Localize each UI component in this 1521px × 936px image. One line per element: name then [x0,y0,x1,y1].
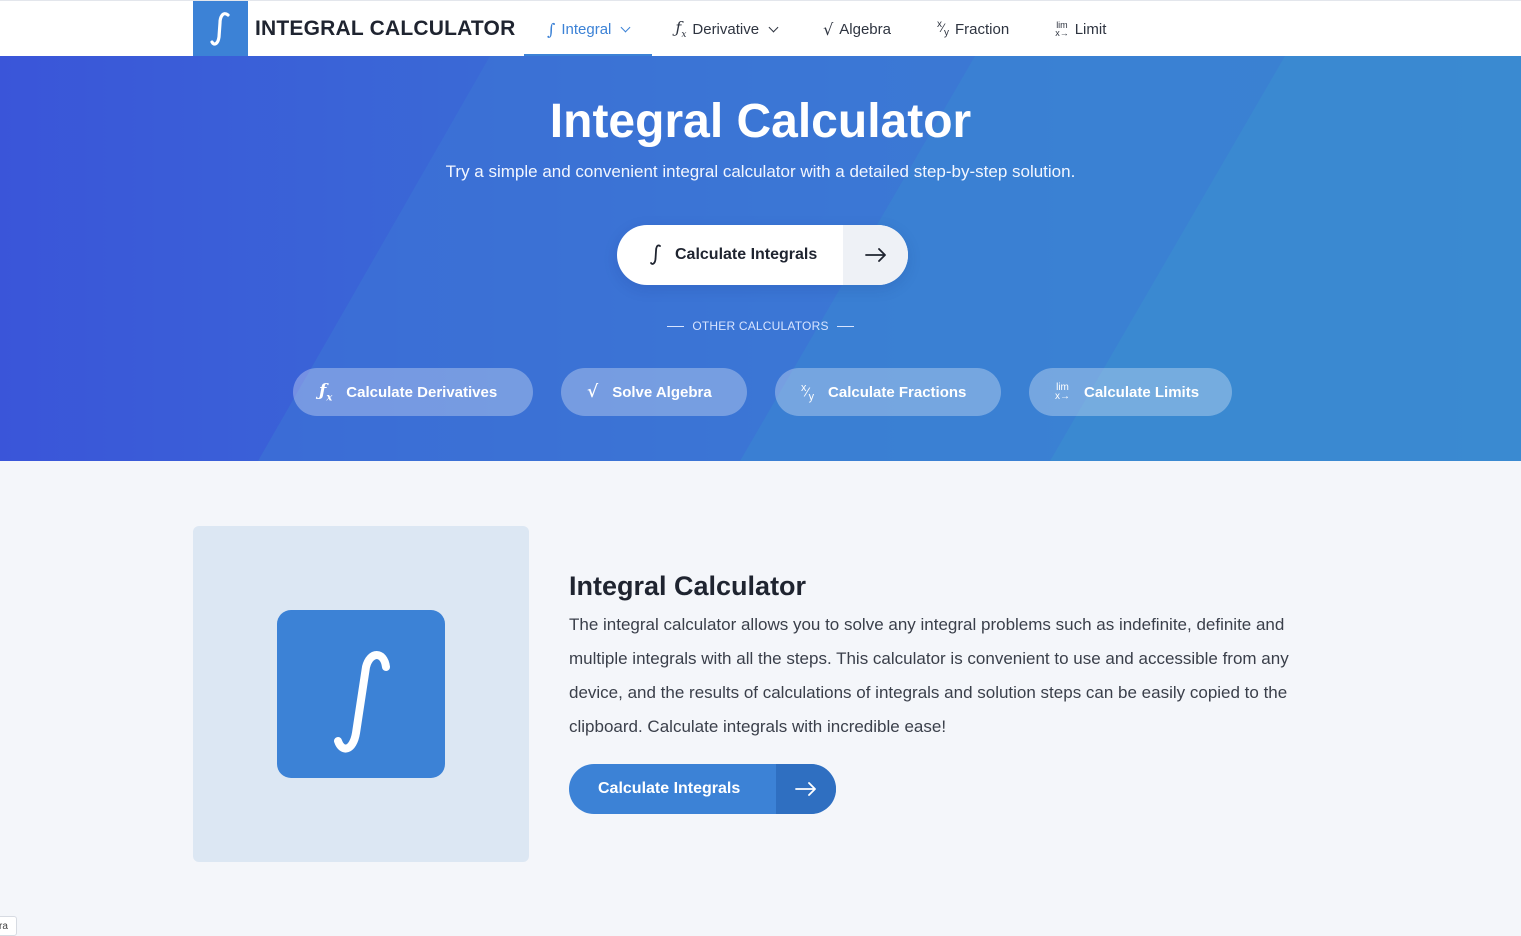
section-title: Integral Calculator [569,571,807,601]
button-label: Calculate Integrals [598,780,741,797]
button-label: Solve Algebra [612,383,712,401]
nav-item-label: Fraction [955,20,1010,38]
calculate-derivatives-button[interactable]: ƒx Calculate Derivatives [293,368,533,416]
nav-item-label: Integral [561,20,612,38]
fraction-icon: x⁄y [936,19,949,39]
nav-item-label: Derivative [692,20,760,38]
integral-icon: ∫ [547,19,556,39]
sqrt-icon: √ [587,382,599,402]
limit-icon: lim x→ [1055,382,1070,402]
main-nav: ∫ Integral ƒx Derivative √ Algebra x⁄y F… [524,1,1129,57]
button-label: Calculate Derivatives [346,383,498,401]
button-label: Calculate Integrals [675,246,818,263]
other-calculators-label: OTHER CALCULATORS [0,319,1521,333]
calculate-limits-button[interactable]: lim x→ Calculate Limits [1029,368,1232,416]
nav-item-label: Limit [1074,20,1107,38]
section-description: The integral calculator allows you to so… [569,615,1289,736]
fraction-icon: x⁄y [801,381,815,403]
top-navbar: INTEGRAL CALCULATOR ∫ Integral ƒx Deriva… [0,0,1521,57]
calculate-fractions-button[interactable]: x⁄y Calculate Fractions [775,368,1001,416]
nav-item-limit[interactable]: lim x→ Limit [1032,1,1129,57]
nav-item-derivative[interactable]: ƒx Derivative [652,1,800,57]
arrow-right-icon [843,225,908,285]
nav-item-integral[interactable]: ∫ Integral [524,1,653,57]
function-icon: ƒx [675,17,687,41]
function-icon: ƒx [319,380,333,404]
limit-icon: lim x→ [1055,20,1069,38]
hero-title: Integral Calculator [549,95,972,148]
solve-algebra-button[interactable]: √ Solve Algebra [561,368,747,416]
integral-illustration [193,526,529,862]
hero-banner: Integral Calculator Try a simple and con… [0,56,1521,461]
button-label: Calculate Fractions [828,383,967,401]
logo-text[interactable]: INTEGRAL CALCULATOR [255,17,515,41]
nav-item-label: Algebra [839,20,891,38]
arrow-right-icon [776,764,836,814]
chevron-down-icon [768,22,779,32]
integral-icon [277,610,445,778]
sqrt-icon: √ [823,19,834,39]
corner-tab[interactable]: ra [0,916,17,936]
integral-icon [650,244,661,265]
logo-icon[interactable] [193,1,248,57]
calculate-integrals-button[interactable]: Calculate Integrals [617,225,908,285]
hero-subtitle: Try a simple and convenient integral cal… [445,162,1076,181]
button-label: Calculate Limits [1084,383,1200,401]
calculate-integrals-button-secondary[interactable]: Calculate Integrals [569,764,836,814]
nav-item-algebra[interactable]: √ Algebra [800,1,914,57]
nav-item-fraction[interactable]: x⁄y Fraction [914,1,1032,57]
chevron-down-icon [620,22,631,32]
